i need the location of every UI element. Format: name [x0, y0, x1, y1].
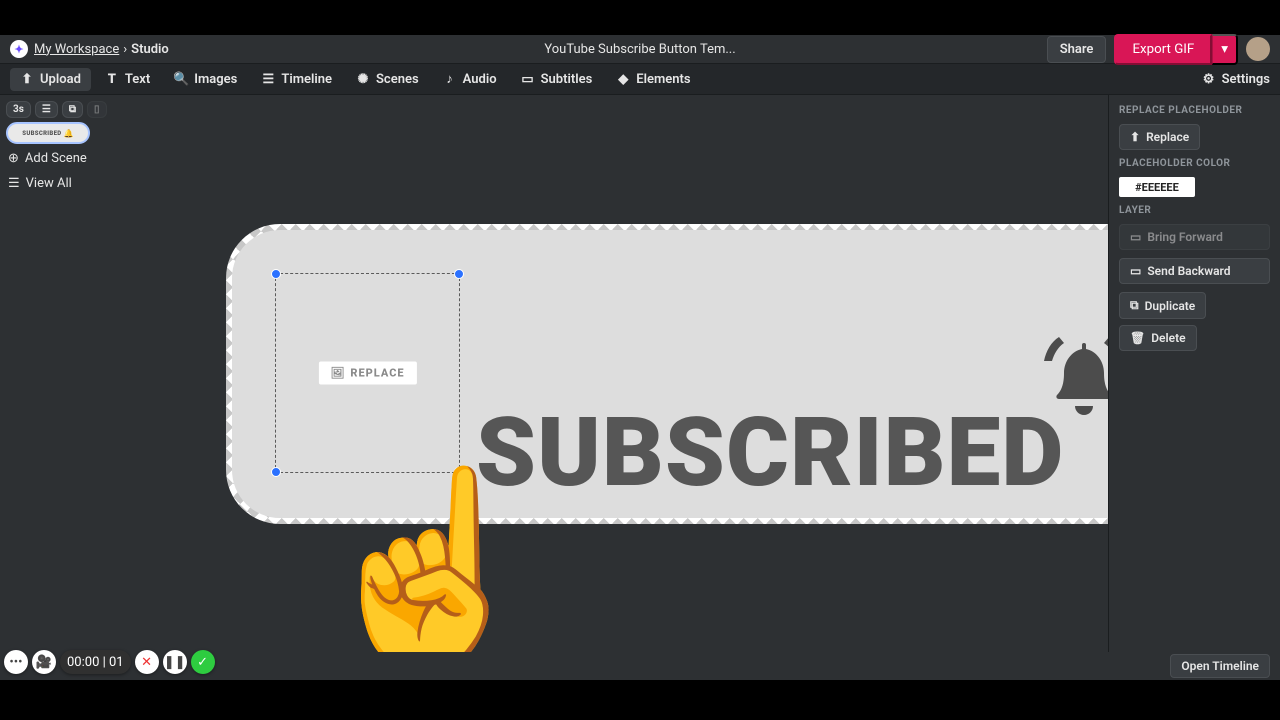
layer-down-icon: ▭ [1130, 264, 1141, 278]
filter-icon[interactable]: ☰ [35, 101, 58, 118]
bring-forward-label: Bring Forward [1147, 230, 1223, 244]
scene-duration-pill[interactable]: 3s [6, 101, 31, 118]
subtitles-label: Subtitles [541, 72, 593, 87]
breadcrumb: My Workspace›Studio [34, 42, 169, 57]
selection-box[interactable]: 🖼 REPLACE [275, 273, 460, 473]
upload-label: Upload [40, 72, 81, 87]
handle-br[interactable] [454, 467, 464, 477]
send-backward-button[interactable]: ▭ Send Backward [1119, 258, 1270, 284]
color-section-label: PLACEHOLDER COLOR [1119, 158, 1270, 169]
replace-chip-label: REPLACE [350, 367, 404, 380]
copy-icon: ⧉ [1130, 298, 1139, 313]
audio-tool[interactable]: ♪ Audio [433, 68, 507, 91]
canvas-area[interactable]: SUBSCRIBED 🖼 REPLACE ☝️ [100, 95, 1108, 652]
elements-label: Elements [636, 72, 690, 87]
studio-label: Studio [131, 42, 169, 57]
list2-icon: ☰ [8, 176, 20, 191]
scenes-tool[interactable]: ✺ Scenes [346, 68, 429, 91]
replace-chip[interactable]: 🖼 REPLACE [317, 361, 417, 386]
body: 3s ☰ ⧉ ▯ SUBSCRIBED 🔔 ⊕ Add Scene ☰ View… [0, 95, 1280, 652]
recording-toolbar: ••• 🎥 00:00 | 01 ✕ ❚❚ ✓ [4, 650, 215, 674]
settings-button[interactable]: ⚙ Settings [1202, 72, 1270, 87]
replace-button[interactable]: ⬆ Replace [1119, 124, 1200, 150]
export-caret-button[interactable]: ▾ [1212, 34, 1238, 65]
plus-icon: ⊕ [8, 151, 19, 166]
text-tool[interactable]: T Text [95, 68, 160, 91]
header-bar: ✦ My Workspace›Studio YouTube Subscribe … [0, 35, 1280, 63]
rec-camera-button[interactable]: 🎥 [32, 650, 56, 674]
timeline-label: Timeline [281, 72, 332, 87]
layer-section-label: LAYER [1119, 205, 1270, 216]
handle-bl[interactable] [271, 467, 281, 477]
audio-icon: ♪ [443, 72, 457, 86]
scene-thumbnail[interactable]: SUBSCRIBED 🔔 [6, 122, 90, 144]
search-icon: 🔍 [174, 72, 188, 86]
scenes-sidebar: 3s ☰ ⧉ ▯ SUBSCRIBED 🔔 ⊕ Add Scene ☰ View… [0, 95, 100, 652]
add-scene-button[interactable]: ⊕ Add Scene [6, 148, 94, 169]
app-logo: ✦ [10, 40, 28, 58]
delete-label: Delete [1151, 331, 1185, 345]
timeline-tool[interactable]: ☰ Timeline [251, 68, 342, 91]
upload-icon: ⬆ [20, 72, 34, 86]
rec-pause-button[interactable]: ❚❚ [163, 650, 187, 674]
rec-close-button[interactable]: ✕ [135, 650, 159, 674]
view-all-label: View All [26, 176, 72, 191]
export-button[interactable]: Export GIF [1114, 34, 1212, 65]
view-all-button[interactable]: ☰ View All [6, 173, 94, 194]
handle-tl[interactable] [271, 269, 281, 279]
timeline-icon: ☰ [261, 72, 275, 86]
delete-button[interactable]: 🗑 Delete [1119, 325, 1197, 351]
image-icon: 🖼 [330, 367, 345, 380]
rec-menu-button[interactable]: ••• [4, 650, 28, 674]
app-root: ✦ My Workspace›Studio YouTube Subscribe … [0, 35, 1280, 680]
replace-label: Replace [1146, 130, 1189, 144]
gear-icon: ⚙ [1202, 72, 1216, 86]
open-timeline-button[interactable]: Open Timeline [1170, 654, 1270, 678]
upload-icon: ⬆ [1130, 130, 1140, 144]
replace-section-label: REPLACE PLACEHOLDER [1119, 105, 1270, 116]
copy-icon[interactable]: ⧉ [62, 101, 83, 118]
main-toolbar: ⬆ Upload T Text 🔍 Images ☰ Timeline ✺ Sc… [0, 63, 1280, 95]
settings-label: Settings [1222, 72, 1270, 87]
handle-tr[interactable] [454, 269, 464, 279]
text-icon: T [105, 72, 119, 86]
trash-icon: 🗑 [1130, 331, 1145, 345]
add-scene-label: Add Scene [25, 151, 87, 166]
avatar[interactable] [1246, 37, 1270, 61]
layer-up-icon: ▭ [1130, 230, 1141, 244]
text-label: Text [125, 72, 150, 87]
share-button[interactable]: Share [1047, 36, 1107, 63]
audio-label: Audio [463, 72, 497, 87]
elements-tool[interactable]: ◆ Elements [606, 68, 700, 91]
color-input[interactable]: #EEEEEE [1119, 177, 1195, 197]
duplicate-label: Duplicate [1145, 299, 1196, 313]
subtitles-tool[interactable]: ▭ Subtitles [511, 68, 603, 91]
bell-icon: 🔔 [63, 129, 73, 138]
subtitles-icon: ▭ [521, 72, 535, 86]
workspace-link[interactable]: My Workspace [34, 42, 119, 57]
rec-confirm-button[interactable]: ✓ [191, 650, 215, 674]
properties-sidebar: REPLACE PLACEHOLDER ⬆ Replace PLACEHOLDE… [1108, 95, 1280, 652]
images-label: Images [194, 72, 237, 87]
send-backward-label: Send Backward [1147, 264, 1230, 278]
bring-forward-button[interactable]: ▭ Bring Forward [1119, 224, 1270, 250]
scene-thumb-text: SUBSCRIBED [22, 130, 61, 137]
images-tool[interactable]: 🔍 Images [164, 68, 247, 91]
elements-icon: ◆ [616, 72, 630, 86]
scenes-label: Scenes [376, 72, 419, 87]
upload-tool[interactable]: ⬆ Upload [10, 68, 91, 91]
scenes-icon: ✺ [356, 72, 370, 86]
rec-time-badge: 00:00 | 01 [60, 650, 131, 674]
bell-icon[interactable] [1034, 325, 1108, 425]
subscribed-text[interactable]: SUBSCRIBED [476, 397, 1064, 509]
duplicate-button[interactable]: ⧉ Duplicate [1119, 292, 1206, 319]
doc-title[interactable]: YouTube Subscribe Button Tem... [544, 42, 735, 57]
